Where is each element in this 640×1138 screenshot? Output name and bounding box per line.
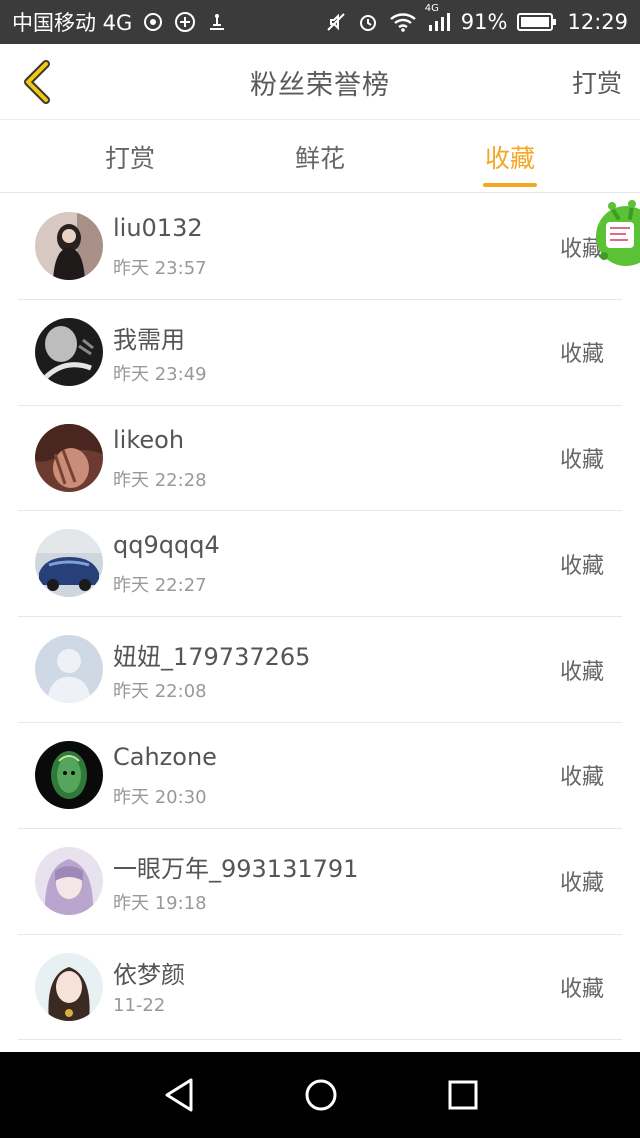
action-label: 收藏 [559,342,604,368]
clock: 12:29 [567,10,628,34]
action-label: 收藏 [559,448,604,474]
list-item[interactable]: Cahzone 昨天 20:30 收藏 [18,723,622,829]
plus-circle-icon [174,11,196,33]
timestamp: 昨天 23:49 [113,363,207,385]
mascot-icon [596,200,640,266]
nav-back-button[interactable] [157,1072,203,1118]
avatar [35,740,103,809]
square-recents-icon [448,1080,478,1110]
status-bar: 中国移动 4G 4G 91% 12:29 [0,0,640,44]
nav-recents-button[interactable] [440,1072,486,1118]
timestamp: 昨天 22:27 [113,575,207,597]
avatar [35,846,103,915]
avatar [35,529,103,598]
header-bar: 粉丝荣誉榜 打赏 [0,44,640,120]
user-name: 我需用 [113,325,185,354]
timestamp: 昨天 19:18 [113,892,207,914]
default-avatar-icon [35,635,103,704]
avatar [35,317,103,386]
tab-favorites[interactable]: 收藏 [460,121,560,193]
action-label: 收藏 [559,765,604,791]
timestamp: 昨天 22:28 [113,469,207,491]
list-item[interactable]: qq9qqq4 昨天 22:27 收藏 [18,511,622,618]
status-right: 4G 91% 12:29 [325,3,628,34]
timestamp: 昨天 22:08 [113,681,207,703]
list-item[interactable]: 一眼万年_993131791 昨天 19:18 收藏 [18,829,622,935]
active-tab-indicator [483,183,537,187]
circle-home-icon [305,1079,337,1111]
alarm-icon [357,11,379,33]
wifi-icon [389,11,417,33]
user-name: 依梦颜 [113,960,185,989]
tab-flowers[interactable]: 鲜花 [270,121,370,193]
action-label: 收藏 [559,977,604,1003]
tab-label: 收藏 [484,144,535,173]
list-item[interactable]: 依梦颜 11-22 收藏 [18,935,622,1041]
avatar [35,635,103,704]
user-name: qq9qqq4 [113,531,220,560]
user-name: liu0132 [113,214,203,242]
tab-bar: 打赏 鲜花 收藏 [0,121,640,193]
avatar [35,423,103,492]
user-name: likeoh [113,425,185,454]
tab-label: 打赏 [104,144,155,173]
timestamp: 昨天 20:30 [113,786,207,808]
battery-icon [517,11,557,33]
tab-reward[interactable]: 打赏 [80,121,180,193]
list-item[interactable]: 妞妞_179737265 昨天 22:08 收藏 [18,617,622,723]
user-name: 妞妞_179737265 [113,643,311,672]
nav-home-button[interactable] [298,1072,344,1118]
carrier-label: 中国移动 4G [12,11,133,35]
timestamp: 11-22 [113,994,166,1016]
avatar [35,212,103,280]
list-item[interactable]: liu0132 昨天 23:57 收藏 [18,194,622,300]
reward-button[interactable]: 打赏 [572,44,622,120]
usb-icon [206,11,228,33]
list-item[interactable]: likeoh 昨天 22:28 收藏 [18,406,622,512]
avatar [35,952,103,1021]
user-name: 一眼万年_993131791 [113,854,359,883]
list-item[interactable]: 我需用 昨天 23:49 收藏 [18,300,622,406]
timestamp: 昨天 23:57 [113,258,207,279]
floating-mascot[interactable] [592,198,640,268]
hotspot-icon [142,11,164,33]
mute-icon [325,11,347,33]
user-name: Cahzone [113,742,217,771]
action-label: 收藏 [559,553,604,579]
battery-percent: 91% [460,10,508,34]
action-label: 收藏 [559,659,604,685]
fan-list: liu0132 昨天 23:57 收藏 我需用 昨天 23:49 收藏 like… [0,194,640,1041]
system-nav-bar [0,1052,640,1138]
network-type-label: 4G [424,3,439,14]
page-title: 粉丝荣誉榜 [250,69,390,101]
status-left: 中国移动 4G [12,7,228,37]
action-label: 收藏 [559,871,604,897]
triangle-back-icon [165,1078,193,1112]
signal-icon: 4G [425,3,451,33]
tab-label: 鲜花 [294,144,345,173]
